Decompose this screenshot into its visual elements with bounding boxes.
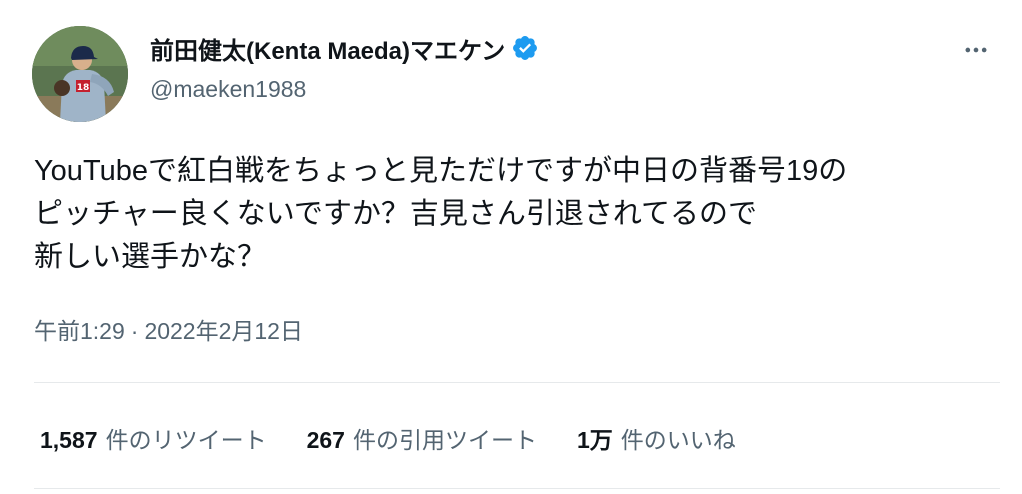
display-name[interactable]: 前田健太(Kenta Maeda)マエケン	[150, 31, 505, 66]
tweet-time: 午前1:29	[34, 318, 125, 344]
engagement-stats: 1,587 件のリツイート 267 件の引用ツイート 1万 件のいいね	[40, 420, 776, 456]
tweet-text-line: YouTubeで紅白戦をちょっと見ただけですが中日の背番号19の	[34, 155, 848, 187]
tweet-card: 18 前田健太(Kenta Maeda)マエケン @maeken1988 You…	[0, 0, 1022, 494]
verified-badge-icon	[511, 34, 539, 62]
timestamp-separator: ·	[130, 318, 139, 344]
like-label: 件のいいね	[620, 427, 736, 453]
divider	[34, 488, 1000, 489]
more-options-button[interactable]	[956, 36, 996, 64]
tweet-text-line: 新しい選手かな？	[34, 241, 267, 273]
tweet-date: 2022年2月12日	[144, 318, 303, 344]
quote-label: 件の引用ツイート	[352, 427, 537, 453]
divider	[34, 382, 1000, 383]
retweet-label: 件のリツイート	[105, 427, 267, 453]
retweets-stat[interactable]: 1,587 件のリツイート	[40, 421, 267, 455]
tweet-text-line: ピッチャー良くないですか？吉見さん引退されてるので	[34, 198, 757, 230]
avatar[interactable]: 18	[32, 26, 128, 122]
more-horizontal-icon	[965, 47, 987, 53]
tweet-text: YouTubeで紅白戦をちょっと見ただけですが中日の背番号19の ピッチャー良く…	[34, 150, 994, 279]
author-handle[interactable]: @maeken1988	[150, 76, 306, 103]
author-name-row: 前田健太(Kenta Maeda)マエケン	[150, 30, 539, 66]
tweet-timestamp[interactable]: 午前1:29 · 2022年2月12日	[34, 312, 303, 346]
like-count: 1万	[576, 427, 613, 453]
pitcher-photo-icon: 18	[32, 26, 128, 122]
retweet-count: 1,587	[40, 427, 98, 453]
quote-tweets-stat[interactable]: 267 件の引用ツイート	[307, 421, 537, 455]
svg-text:18: 18	[77, 83, 90, 93]
quote-count: 267	[306, 427, 345, 453]
likes-stat[interactable]: 1万 件のいいね	[577, 421, 736, 455]
